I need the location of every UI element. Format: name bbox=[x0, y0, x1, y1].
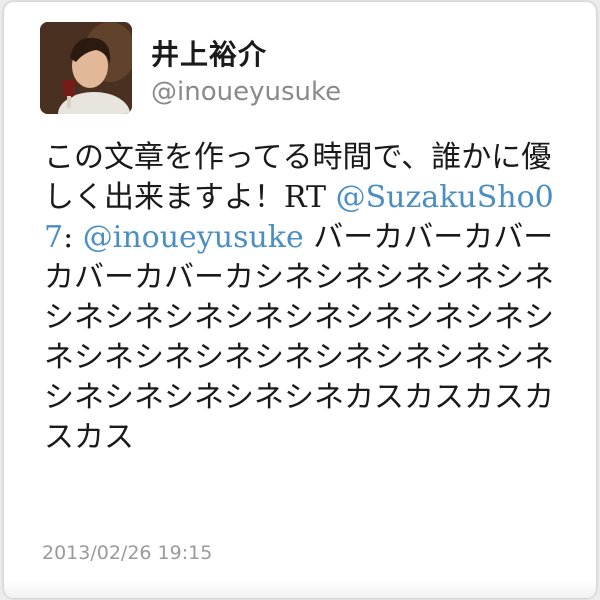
tweet-colon: : bbox=[63, 220, 74, 255]
display-name[interactable]: 井上裕介 bbox=[151, 33, 267, 73]
avatar[interactable] bbox=[40, 22, 132, 114]
user-handle[interactable]: @inoueyusuke bbox=[151, 77, 341, 107]
tweet-text: この文章を作ってる時間で、誰かに優しく出来ますよ！RT @SuzakuSho07… bbox=[44, 138, 564, 458]
tweet-timestamp: 2013/02/26 19:15 bbox=[42, 542, 213, 564]
avatar-photo-icon bbox=[40, 22, 132, 114]
tweet-text-quote: バーカバーカバーカバーカバーカシネシネシネシネシネシネシネシネシネシネシネシネシ… bbox=[44, 220, 554, 455]
mention-link[interactable]: @inoueyusuke bbox=[83, 220, 304, 255]
card-footer-divider bbox=[4, 580, 596, 598]
tweet-card: 井上裕介 @inoueyusuke この文章を作ってる時間で、誰かに優しく出来ま… bbox=[4, 2, 596, 598]
